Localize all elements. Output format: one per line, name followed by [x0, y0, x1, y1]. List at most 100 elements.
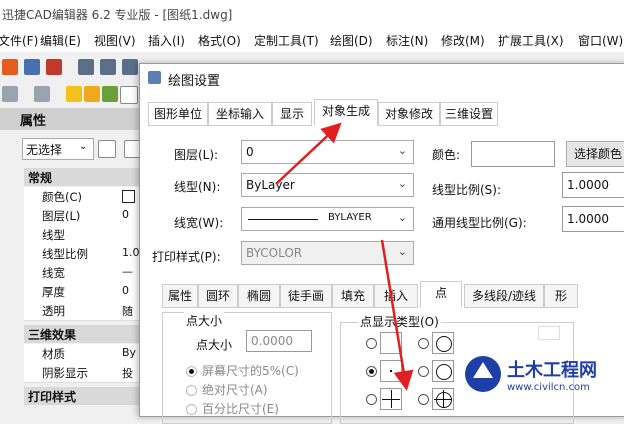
prop-row[interactable]: 厚度 0 [24, 282, 140, 302]
percent-size-radio[interactable] [186, 404, 197, 415]
color-preview [471, 141, 555, 167]
subtab-point[interactable]: 点 [420, 281, 462, 308]
prop-row[interactable]: 线宽 — [24, 263, 140, 283]
prop-row[interactable]: 颜色(C) [24, 187, 140, 207]
point-size-group-label: 点大小 [184, 312, 225, 329]
menu-modify[interactable]: 修改(M) [441, 32, 485, 49]
save-as-icon[interactable] [46, 59, 62, 75]
point-type-radio[interactable] [418, 366, 429, 377]
menu-file[interactable]: 文件(F) [0, 32, 38, 49]
point-type-circle-plus[interactable] [432, 388, 454, 410]
preview-icon[interactable] [122, 59, 138, 75]
prop-row[interactable]: 阴影显示投 [24, 363, 140, 383]
subtab-donut[interactable]: 圆环 [198, 284, 238, 308]
menu-insert[interactable]: 插入(I) [148, 32, 185, 49]
prop-row[interactable]: 透明随 [24, 301, 140, 321]
chevron-down-icon: ⌄ [397, 177, 407, 190]
linetype-label: 线型(N): [174, 180, 221, 194]
prop-row[interactable]: 线型比例 1.0 [24, 244, 140, 264]
color-label: 颜色: [432, 148, 461, 162]
point-type-radio-selected[interactable] [366, 366, 377, 377]
dialog-title: 绘图设置 [168, 74, 221, 89]
absolute-size-label: 绝对尺寸(A) [202, 383, 268, 397]
tab-display[interactable]: 显示 [272, 102, 312, 126]
watermark-url: www.civilcn.com [507, 382, 590, 393]
chevron-down-icon: ⌄ [397, 245, 407, 258]
plot-icon[interactable] [100, 59, 116, 75]
point-type-circle-dot[interactable] [432, 360, 454, 382]
section-3d[interactable]: 三维效果 [24, 325, 140, 343]
screen-size-label: 屏幕尺寸的5%(C) [202, 364, 299, 378]
prop-row[interactable]: 线型 [24, 225, 140, 245]
point-type-plus[interactable] [380, 388, 402, 410]
menu-dimension[interactable]: 标注(N) [386, 32, 428, 49]
subtab-hatch[interactable]: 填充 [332, 284, 374, 308]
point-size-input[interactable]: 0.0000 [246, 330, 312, 352]
global-ltscale-input[interactable]: 1.0000 [562, 206, 624, 232]
lineweight-label: 线宽(W): [174, 216, 224, 230]
dialog-app-icon [148, 71, 161, 84]
subtab-freehand[interactable]: 徒手画 [280, 284, 332, 308]
sun-icon[interactable] [84, 86, 100, 102]
point-type-radio[interactable] [366, 394, 377, 405]
subtab-properties[interactable]: 属性 [162, 284, 198, 308]
menu-view[interactable]: 视图(V) [94, 32, 136, 49]
lineweight-combo[interactable]: BYLAYER ⌄ [241, 207, 414, 231]
color-icon[interactable] [120, 86, 138, 104]
subtab-shape[interactable]: 形 [544, 284, 578, 308]
menu-draw[interactable]: 绘图(D) [330, 32, 373, 49]
bulb-icon[interactable] [66, 86, 82, 102]
point-type-dot[interactable] [380, 360, 402, 382]
tab-coord-input[interactable]: 坐标输入 [208, 102, 272, 126]
plotstyle-combo[interactable]: BYCOLOR ⌄ [241, 241, 414, 265]
new-icon[interactable] [2, 59, 18, 75]
ltscale-input[interactable]: 1.0000 [562, 172, 624, 198]
point-type-radio[interactable] [418, 394, 429, 405]
tab-object-modify[interactable]: 对象修改 [378, 102, 440, 126]
erase-icon[interactable] [34, 86, 50, 102]
plotstyle-label: 打印样式(P): [152, 250, 221, 264]
selection-value: 无选择 [26, 143, 63, 157]
tab-units[interactable]: 图形单位 [148, 102, 208, 126]
linetype-combo[interactable]: ByLayer ⌄ [241, 173, 414, 197]
layer-toolbar [0, 82, 140, 106]
layer-combo[interactable]: 0 ⌄ [241, 140, 414, 164]
point-type-blank[interactable] [380, 332, 402, 354]
save-icon[interactable] [24, 59, 40, 75]
layer-icon[interactable] [102, 86, 118, 102]
prop-row[interactable]: 图层(L) 0 [24, 206, 140, 226]
point-type-circle[interactable] [432, 332, 454, 354]
watermark: 土木工程网 www.civilcn.com [463, 352, 613, 398]
prop-row[interactable]: 材质 By [24, 344, 140, 364]
menu-extend[interactable]: 扩展工具(X) [498, 32, 564, 49]
tab-3d-settings[interactable]: 三维设置 [440, 102, 498, 126]
toggle-pickadd-icon[interactable] [98, 140, 116, 158]
menu-edit[interactable]: 编辑(E) [40, 32, 81, 49]
subtab-polyline[interactable]: 多线段/迹线 [464, 284, 544, 308]
selection-dropdown[interactable]: 无选择 ⌄ [22, 138, 94, 160]
global-ltscale-label: 通用线型比例(G): [432, 216, 527, 230]
tab-object-create[interactable]: 对象生成 [314, 99, 378, 126]
absolute-size-radio[interactable] [186, 385, 197, 396]
point-type-extra[interactable] [538, 326, 560, 340]
pan-icon[interactable] [2, 86, 18, 102]
section-general[interactable]: 常规 [24, 168, 140, 186]
menu-tools[interactable]: 定制工具(T) [254, 32, 319, 49]
subtab-insert[interactable]: 插入 [374, 284, 418, 308]
section-print-style[interactable]: 打印样式 [24, 387, 140, 405]
chevron-down-icon: ⌄ [397, 211, 407, 224]
standard-toolbar [0, 54, 140, 80]
print-icon[interactable] [78, 59, 94, 75]
layer-label: 图层(L): [174, 148, 219, 162]
watermark-name: 土木工程网 [507, 360, 597, 381]
color-swatch [122, 190, 135, 203]
point-size-label: 点大小 [196, 338, 233, 352]
point-type-group-label: 点显示类型(O) [358, 313, 441, 330]
menu-window[interactable]: 窗口(W) [578, 32, 623, 49]
screen-size-radio[interactable] [186, 366, 197, 377]
point-type-radio[interactable] [366, 338, 377, 349]
point-type-radio[interactable] [418, 338, 429, 349]
menu-format[interactable]: 格式(O) [198, 32, 241, 49]
subtab-ellipse[interactable]: 椭圆 [238, 284, 280, 308]
choose-color-button[interactable]: 选择颜色 [566, 141, 624, 167]
